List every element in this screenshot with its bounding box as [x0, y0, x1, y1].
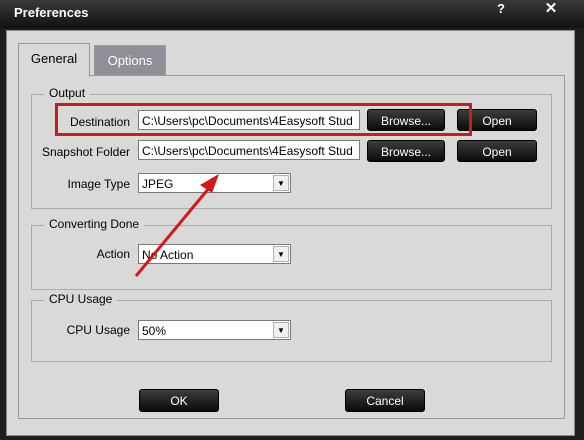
tab-general[interactable]: General: [18, 43, 90, 77]
preferences-window: Preferences ? ✕ General Options Output D…: [0, 0, 584, 440]
